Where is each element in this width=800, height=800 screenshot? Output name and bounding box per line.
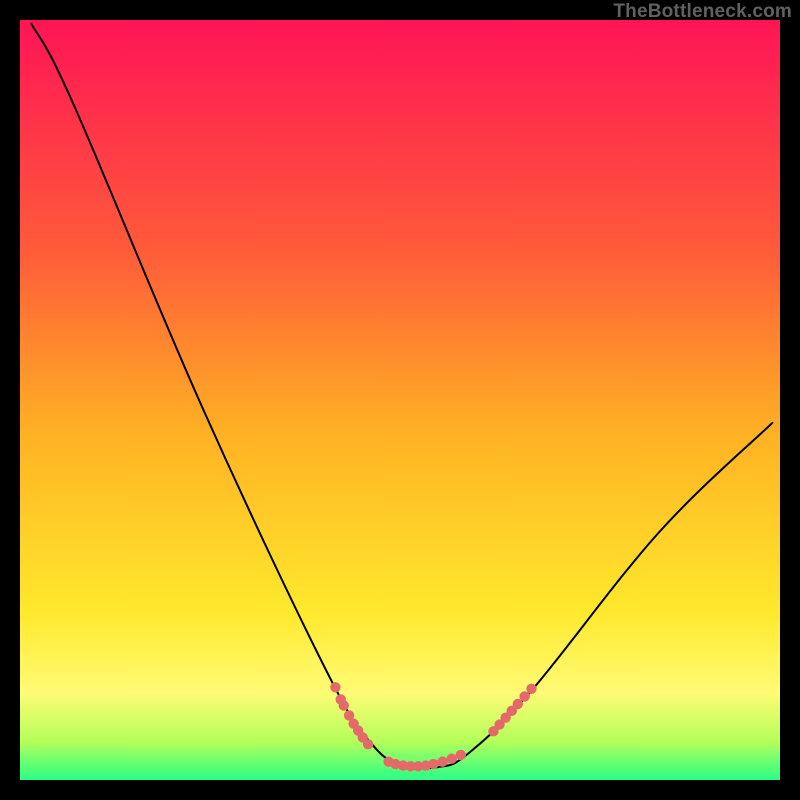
data-point — [339, 700, 349, 710]
plot-area — [20, 20, 780, 780]
watermark-text: TheBottleneck.com — [613, 2, 792, 21]
chart-frame: TheBottleneck.com — [0, 0, 800, 800]
data-point — [428, 759, 438, 769]
data-point — [456, 750, 466, 760]
data-point — [363, 739, 373, 749]
data-point — [526, 684, 536, 694]
gradient-background — [20, 20, 780, 780]
bottleneck-chart — [20, 20, 780, 780]
data-point — [330, 682, 340, 692]
data-point — [446, 754, 456, 764]
data-point — [437, 757, 447, 767]
